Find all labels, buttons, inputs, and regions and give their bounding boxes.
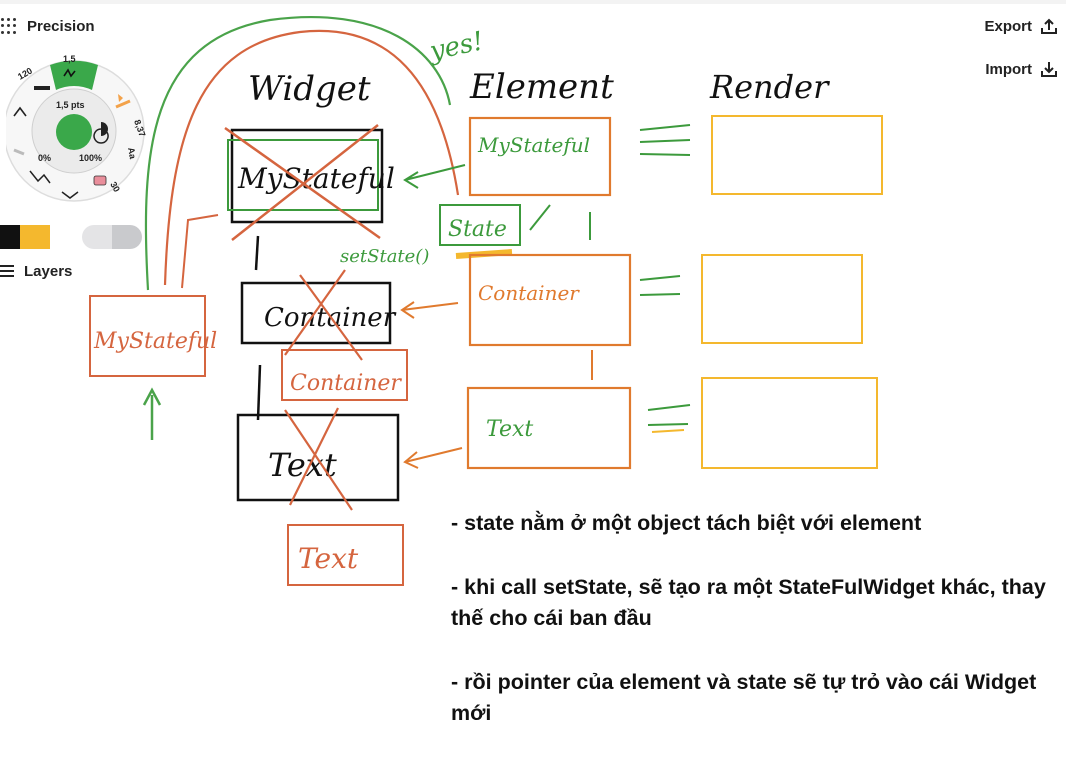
header-element: Element [469,67,614,107]
header-render: Render [709,68,830,106]
element-mystateful-label: MyStateful [477,133,590,157]
annotation-yes: yes! [426,26,486,67]
element-text-label: Text [486,417,533,442]
widget-container-new-label: Container [290,371,402,396]
note-2: - khi call setState, sẽ tạo ra một State… [451,575,1046,630]
render-box-1 [711,115,883,195]
element-container-label: Container [478,281,580,305]
widget-text-new-label: Text [298,542,359,575]
element-state-label: State [448,217,507,242]
note-3: - rồi pointer của element và state sẽ tự… [451,670,1037,725]
widget-mystateful-label: MyStateful [237,162,395,195]
note-1: - state nằm ở một object tách biệt với e… [451,511,922,535]
up-arrow [142,387,162,440]
header-widget: Widget [248,69,371,109]
render-box-3 [701,377,878,469]
element-setstate-label: setState() [340,246,429,267]
render-box-2 [701,254,863,344]
notes-block: - state nằm ở một object tách biệt với e… [451,508,1061,762]
widget-mystateful-new-label: MyStateful [93,329,217,354]
